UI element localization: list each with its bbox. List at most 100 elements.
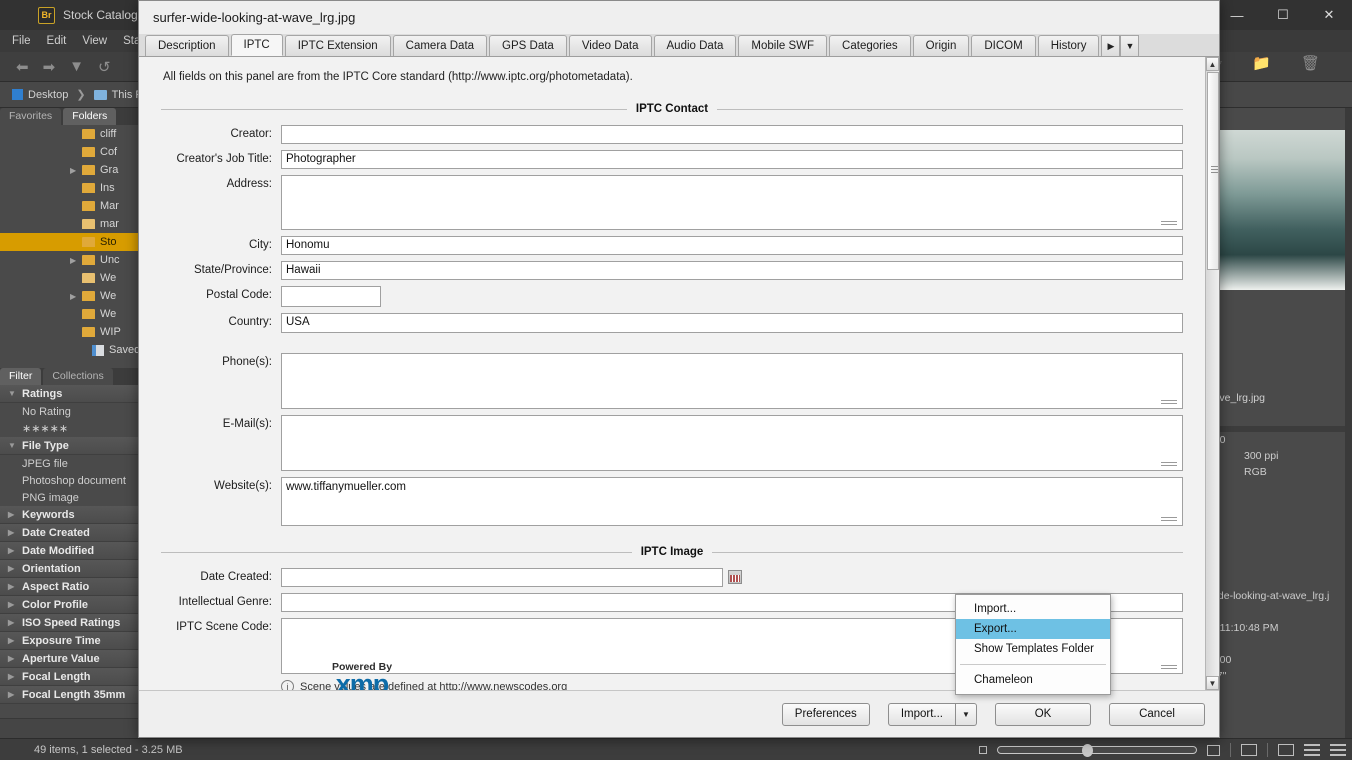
menu-item-show-templates-folder[interactable]: Show Templates Folder xyxy=(956,639,1110,659)
filter-group-focal-length-35mm[interactable]: ▶ Focal Length 35mm xyxy=(0,686,150,704)
expand-triangle-icon[interactable]: ▶ xyxy=(70,292,76,301)
ok-button[interactable]: OK xyxy=(995,702,1091,726)
tab-dicom[interactable]: DICOM xyxy=(971,35,1036,56)
tab-folders[interactable]: Folders xyxy=(63,108,117,125)
filter-item[interactable]: Photoshop document xyxy=(0,472,150,489)
tab-filter[interactable]: Filter xyxy=(0,368,42,385)
filter-item[interactable]: PNG image xyxy=(0,489,150,506)
saved-collections-row[interactable]: Saved xyxy=(0,341,150,359)
postal-code-input[interactable] xyxy=(281,286,381,307)
folder-row[interactable]: ▶ Unc xyxy=(0,251,150,269)
tab-video-data[interactable]: Video Data xyxy=(568,35,652,56)
filter-group-date-created[interactable]: ▶ Date Created xyxy=(0,524,150,542)
menu-item-import[interactable]: Import... xyxy=(956,599,1110,619)
thumbnail-size-slider[interactable] xyxy=(997,744,1197,757)
folder-row[interactable]: Ins xyxy=(0,179,150,197)
right-panel-scrollbar[interactable] xyxy=(1345,108,1352,738)
calendar-icon[interactable] xyxy=(728,570,742,584)
tab-camera-data[interactable]: Camera Data xyxy=(392,35,488,56)
dialog-vertical-scrollbar[interactable]: ▲ ▼ xyxy=(1205,57,1219,690)
filter-group-focal-length[interactable]: ▶ Focal Length xyxy=(0,668,150,686)
rotate-icon[interactable]: ↺ xyxy=(98,58,111,76)
filter-group-aperture-value[interactable]: ▶ Aperture Value xyxy=(0,650,150,668)
filter-item[interactable]: JPEG file xyxy=(0,455,150,472)
tab-collections[interactable]: Collections xyxy=(43,368,113,385)
resize-grip-icon[interactable] xyxy=(1161,517,1177,522)
folder-row[interactable]: cliff xyxy=(0,125,150,143)
creator-input[interactable] xyxy=(281,125,1183,144)
folder-row[interactable]: Mar xyxy=(0,197,150,215)
tab-categories[interactable]: Categories xyxy=(829,35,911,56)
filter-group-keywords[interactable]: ▶ Keywords xyxy=(0,506,150,524)
websites-textarea[interactable]: www.tiffanymueller.com xyxy=(281,477,1183,526)
menu-file[interactable]: File xyxy=(12,35,31,47)
expand-triangle-icon[interactable]: ▶ xyxy=(70,166,76,175)
folder-row[interactable]: We xyxy=(0,305,150,323)
state-province-input[interactable]: Hawaii xyxy=(281,261,1183,280)
import-dropdown-arrow-icon[interactable]: ▼ xyxy=(956,702,977,726)
breadcrumb-item-desktop[interactable]: Desktop xyxy=(28,89,68,101)
tab-origin[interactable]: Origin xyxy=(912,35,970,56)
folder-row[interactable]: We xyxy=(0,269,150,287)
tab-iptc[interactable]: IPTC xyxy=(230,34,283,56)
scroll-up-icon[interactable]: ▲ xyxy=(1206,57,1219,71)
emails-textarea[interactable] xyxy=(281,415,1183,471)
folder-row-selected[interactable]: Sto xyxy=(0,233,150,251)
cancel-button[interactable]: Cancel xyxy=(1109,702,1205,726)
city-input[interactable]: Honomu xyxy=(281,236,1183,255)
slider-handle[interactable] xyxy=(1082,744,1093,757)
scrollbar-thumb[interactable] xyxy=(1207,72,1219,270)
list-view-icon[interactable] xyxy=(1330,744,1346,756)
tab-mobile-swf[interactable]: Mobile SWF xyxy=(738,35,828,56)
maximize-button[interactable]: ☐ xyxy=(1260,0,1306,30)
minimize-button[interactable]: — xyxy=(1214,0,1260,30)
tab-history[interactable]: History xyxy=(1037,35,1100,56)
preferences-button[interactable]: Preferences xyxy=(781,702,870,726)
folder-row[interactable]: ▶ We xyxy=(0,287,150,305)
close-button[interactable]: ✕ xyxy=(1306,0,1352,30)
phones-textarea[interactable] xyxy=(281,353,1183,409)
tab-audio-data[interactable]: Audio Data xyxy=(653,35,737,56)
tab-favorites[interactable]: Favorites xyxy=(0,108,62,125)
filter-group-aspect-ratio[interactable]: ▶ Aspect Ratio xyxy=(0,578,150,596)
country-input[interactable]: USA xyxy=(281,313,1183,333)
tab-menu-icon[interactable]: ▼ xyxy=(1120,35,1140,56)
thumbnail-view-icon[interactable] xyxy=(1278,744,1294,756)
folder-row[interactable]: mar xyxy=(0,215,150,233)
tab-scroll-right-icon[interactable]: ▶ xyxy=(1101,35,1121,56)
filter-group-ratings[interactable]: ▼ Ratings xyxy=(0,385,150,403)
filter-group-orientation[interactable]: ▶ Orientation xyxy=(0,560,150,578)
filter-group-date-modified[interactable]: ▶ Date Modified xyxy=(0,542,150,560)
resize-grip-icon[interactable] xyxy=(1161,221,1177,226)
filter-item[interactable]: No Rating xyxy=(0,403,150,420)
thumbnail-large-icon[interactable] xyxy=(1207,744,1220,756)
folder-row[interactable]: ▶ Gra xyxy=(0,161,150,179)
new-folder-icon[interactable]: 📁 xyxy=(1252,54,1271,79)
menu-edit[interactable]: Edit xyxy=(47,35,67,47)
date-created-input[interactable] xyxy=(281,568,723,587)
trash-icon[interactable]: 🗑 xyxy=(1301,54,1320,79)
back-arrow-icon[interactable]: ⬅ xyxy=(16,58,29,76)
address-textarea[interactable] xyxy=(281,175,1183,230)
forward-arrow-icon[interactable]: ➡ xyxy=(43,58,56,76)
filter-group-color-profile[interactable]: ▶ Color Profile xyxy=(0,596,150,614)
details-view-icon[interactable] xyxy=(1304,744,1320,756)
filter-group-exposure-time[interactable]: ▶ Exposure Time xyxy=(0,632,150,650)
folder-row[interactable]: WIP xyxy=(0,323,150,341)
filter-item[interactable]: ∗∗∗∗∗ xyxy=(0,420,150,437)
menu-item-chameleon[interactable]: Chameleon xyxy=(956,670,1110,690)
creator-job-title-input[interactable]: Photographer xyxy=(281,150,1183,169)
expand-triangle-icon[interactable]: ▶ xyxy=(70,256,76,265)
resize-grip-icon[interactable] xyxy=(1161,400,1177,405)
filter-group-file-type[interactable]: ▼ File Type xyxy=(0,437,150,455)
import-button[interactable]: Import... xyxy=(887,702,956,726)
filter-group-iso-speed-ratings[interactable]: ▶ ISO Speed Ratings xyxy=(0,614,150,632)
resize-grip-icon[interactable] xyxy=(1161,462,1177,467)
grid-view-icon[interactable] xyxy=(1241,744,1257,756)
scroll-down-icon[interactable]: ▼ xyxy=(1206,676,1219,690)
folder-row[interactable]: Cof xyxy=(0,143,150,161)
menu-item-export[interactable]: Export... xyxy=(956,619,1110,639)
tab-iptc-extension[interactable]: IPTC Extension xyxy=(284,35,391,56)
chevron-down-icon[interactable]: ▼ xyxy=(69,58,84,75)
menu-view[interactable]: View xyxy=(82,35,107,47)
